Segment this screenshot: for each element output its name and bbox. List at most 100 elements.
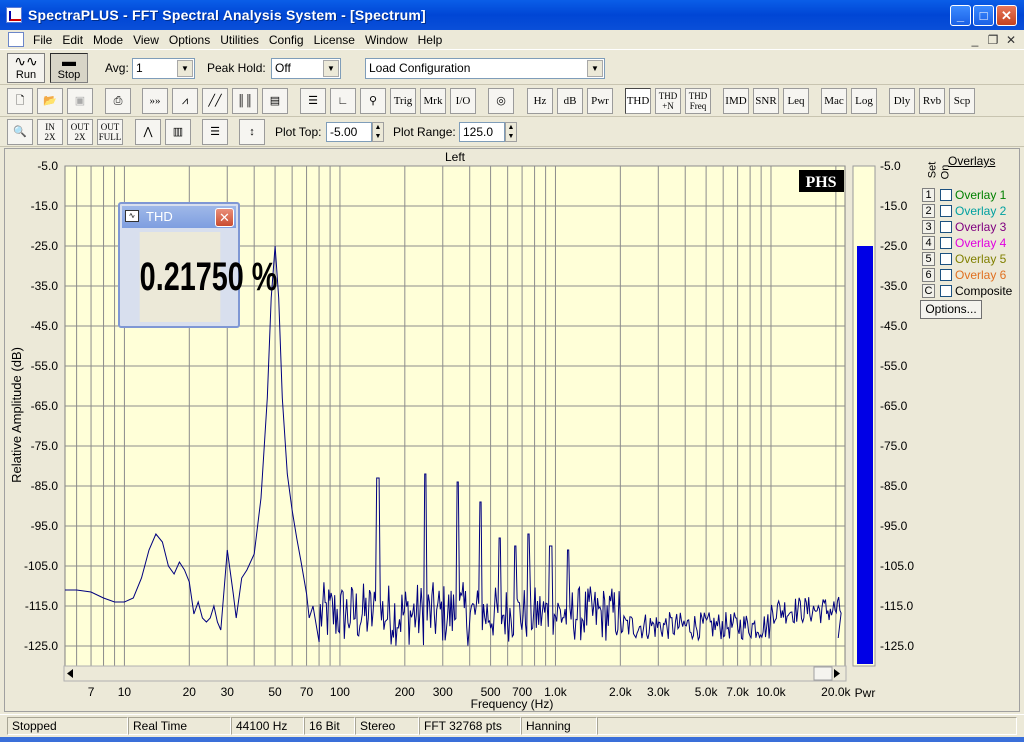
y-tick-label: -5.0 xyxy=(37,159,58,173)
y-tick-label: -125.0 xyxy=(24,639,58,653)
overlay-options-button[interactable]: Options... xyxy=(920,300,982,319)
overlay-set-button[interactable]: 3 xyxy=(922,220,935,234)
overlay-row: 4 Overlay 4 xyxy=(920,236,1024,252)
x-axis-label: Frequency (Hz) xyxy=(471,697,554,711)
scroll-thumb[interactable] xyxy=(813,666,833,681)
overlay-checkbox[interactable] xyxy=(940,189,952,201)
right-y-tick-label: -95.0 xyxy=(880,519,908,533)
y-tick-label: -25.0 xyxy=(31,239,59,253)
x-tick-labels: 7 10 20 30 50 70 100 200 300 500 700 1.0k 2.0k 3.0k 5.… xyxy=(88,685,852,699)
x-tick-label: 30 xyxy=(221,685,235,699)
overlay-name: Overlay 5 xyxy=(955,252,1007,266)
y-tick-label: -15.0 xyxy=(31,199,59,213)
overlay-set-button[interactable]: 6 xyxy=(922,268,935,282)
taskbar-strip xyxy=(0,737,1024,742)
status-window: Hanning xyxy=(521,717,597,735)
status-sample-rate: 44100 Hz xyxy=(231,717,304,735)
thd-value: 0.21750 % xyxy=(139,232,277,322)
x-tick-label: 20 xyxy=(183,685,197,699)
spectrum-chart[interactable]: -5.0 -15.0 -25.0 -35.0 -45.0 -55.0 -65.0 -75.0 -… xyxy=(0,0,1024,742)
overlay-set-button[interactable]: 2 xyxy=(922,204,935,218)
overlay-name: Overlay 2 xyxy=(955,204,1007,218)
overlay-row: 3 Overlay 3 xyxy=(920,220,1024,236)
y-tick-label: -35.0 xyxy=(31,279,59,293)
overlays-heading: Overlays xyxy=(948,154,996,168)
overlay-row: 2 Overlay 2 xyxy=(920,204,1024,220)
overlay-set-button[interactable]: 1 xyxy=(922,188,935,202)
thd-window[interactable]: THD ∿ ✕ 0.21750 % xyxy=(118,202,277,328)
y-tick-label: -55.0 xyxy=(31,359,59,373)
right-y-tick-label: -55.0 xyxy=(880,359,908,373)
x-tick-label: 3.0k xyxy=(647,685,671,699)
status-mode: Real Time xyxy=(128,717,231,735)
right-y-tick-label: -25.0 xyxy=(880,239,908,253)
power-label: Pwr xyxy=(855,686,876,700)
overlay-row: 6 Overlay 6 xyxy=(920,268,1024,284)
right-y-tick-label: -75.0 xyxy=(880,439,908,453)
x-tick-label: 5.0k xyxy=(695,685,719,699)
overlay-row: C Composite xyxy=(920,284,1024,300)
status-run-state: Stopped xyxy=(7,717,128,735)
y-tick-label: -75.0 xyxy=(31,439,59,453)
x-tick-label: 20.0k xyxy=(821,685,851,699)
y-axis-label: Relative Amplitude (dB) xyxy=(9,347,24,483)
overlay-name: Composite xyxy=(955,284,1013,298)
x-tick-label: 10 xyxy=(118,685,132,699)
overlay-set-button[interactable]: 5 xyxy=(922,252,935,266)
overlay-set-button[interactable]: 4 xyxy=(922,236,935,250)
phs-logo: PHS xyxy=(799,170,844,192)
horizontal-scrollbar[interactable] xyxy=(63,665,847,682)
x-tick-label: 50 xyxy=(268,685,282,699)
right-y-tick-label: -85.0 xyxy=(880,479,908,493)
overlay-checkbox[interactable] xyxy=(940,205,952,217)
overlay-checkbox[interactable] xyxy=(940,221,952,233)
thd-close-button[interactable]: ✕ xyxy=(215,208,234,227)
y-tick-labels: -5.0 -15.0 -25.0 -35.0 -45.0 -55.0 -65.0 -75.0 -… xyxy=(24,159,58,653)
overlay-checkbox[interactable] xyxy=(940,269,952,281)
x-tick-label: 7 xyxy=(88,685,95,699)
x-tick-label: 2.0k xyxy=(609,685,633,699)
right-y-tick-label: -105.0 xyxy=(880,559,914,573)
status-channels: Stereo xyxy=(355,717,419,735)
chart-title: Left xyxy=(445,150,466,164)
status-extra xyxy=(597,717,1017,735)
right-y-tick-label: -35.0 xyxy=(880,279,908,293)
overlay-name: Overlay 1 xyxy=(955,188,1007,202)
y-tick-label: -85.0 xyxy=(31,479,59,493)
right-y-tick-label: -115.0 xyxy=(880,599,913,613)
y-tick-label: -65.0 xyxy=(31,399,59,413)
y-tick-label: -95.0 xyxy=(31,519,59,533)
x-tick-label: 7.0k xyxy=(726,685,750,699)
waveform-icon: ∿ xyxy=(125,210,139,222)
power-meter: Pwr xyxy=(852,165,876,700)
overlay-name: Overlay 6 xyxy=(955,268,1007,282)
status-fft-size: FFT 32768 pts xyxy=(419,717,521,735)
y-tick-label: -105.0 xyxy=(24,559,58,573)
set-column-label: Set xyxy=(926,161,939,179)
y-tick-label: -45.0 xyxy=(31,319,59,333)
status-bit-depth: 16 Bit xyxy=(304,717,355,735)
overlay-checkbox[interactable] xyxy=(940,285,952,297)
x-tick-label: 300 xyxy=(433,685,453,699)
right-y-tick-label: -65.0 xyxy=(880,399,908,413)
right-y-tick-labels: -5.0 -15.0 -25.0 -35.0 -45.0 -55.0 -65.0 -75.0 -… xyxy=(880,159,914,653)
overlay-checkbox[interactable] xyxy=(940,237,952,249)
y-tick-label: -115.0 xyxy=(25,599,58,613)
overlay-row: 1 Overlay 1 xyxy=(920,188,1024,204)
power-level-bar xyxy=(857,246,873,664)
overlay-checkbox[interactable] xyxy=(940,253,952,265)
x-tick-label: 10.0k xyxy=(756,685,786,699)
right-y-tick-label: -5.0 xyxy=(880,159,901,173)
overlay-name: Overlay 3 xyxy=(955,220,1007,234)
phs-logo-text: PHS xyxy=(805,174,836,191)
right-y-tick-label: -15.0 xyxy=(880,199,908,213)
right-y-tick-label: -125.0 xyxy=(880,639,914,653)
x-tick-label: 200 xyxy=(395,685,415,699)
overlay-set-button[interactable]: C xyxy=(922,284,935,298)
right-y-tick-label: -45.0 xyxy=(880,319,908,333)
on-column-label: On xyxy=(939,164,952,180)
overlay-name: Overlay 4 xyxy=(955,236,1007,250)
x-tick-label: 70 xyxy=(300,685,314,699)
x-tick-label: 100 xyxy=(330,685,350,699)
overlay-row: 5 Overlay 5 xyxy=(920,252,1024,268)
